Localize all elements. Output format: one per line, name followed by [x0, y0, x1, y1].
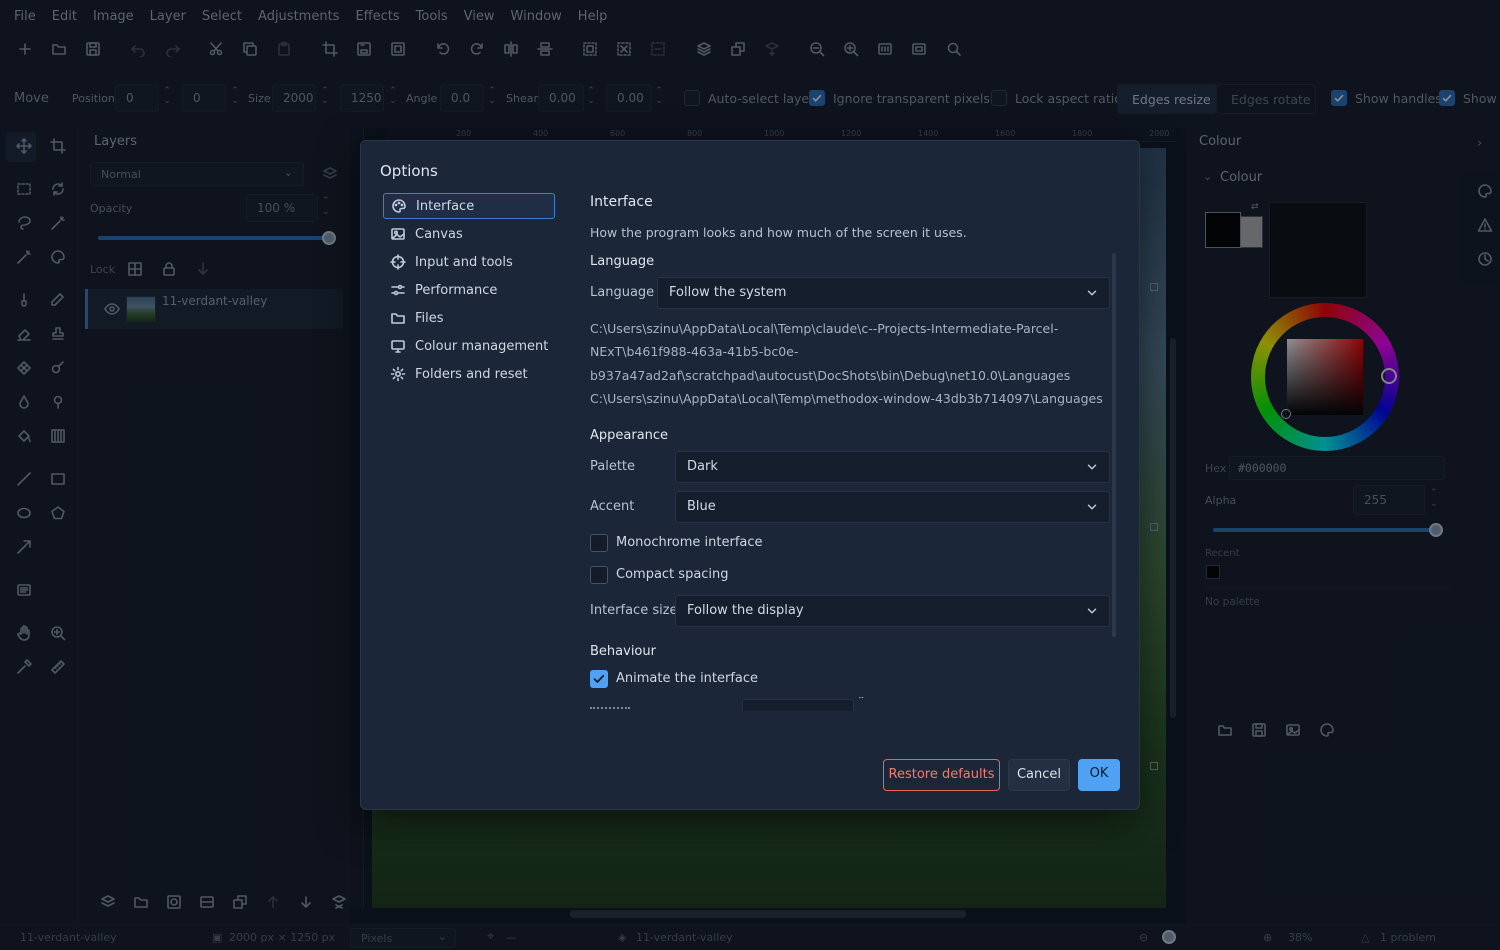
behaviour-section-title: Behaviour — [590, 644, 656, 659]
accent-label: Accent — [590, 499, 635, 514]
nav-label: Performance — [415, 282, 498, 298]
gear-icon — [390, 366, 406, 382]
crosshair-icon — [390, 254, 406, 270]
language-path-4: C:\Users\szinu\AppData\Local\Temp\method… — [590, 391, 1103, 406]
section-heading: Interface — [590, 194, 653, 210]
appearance-section-title: Appearance — [590, 428, 669, 443]
compact-spacing-checkbox[interactable] — [590, 566, 608, 584]
check-icon — [593, 674, 605, 683]
nav-label: Input and tools — [415, 254, 513, 270]
cancel-button[interactable]: Cancel — [1008, 759, 1070, 791]
clipped-input[interactable] — [742, 699, 854, 711]
nav-colour-management[interactable]: Colour management — [383, 333, 555, 359]
nav-canvas[interactable]: Canvas — [383, 221, 555, 247]
nav-folders-and-reset[interactable]: Folders and reset — [383, 361, 555, 387]
monochrome-checkbox[interactable] — [590, 534, 608, 552]
nav-label: Colour management — [415, 338, 549, 354]
options-dialog: Options Interface Canvas Input and tools Pe… — [360, 140, 1140, 810]
sliders-icon — [390, 282, 406, 298]
palette-label: Palette — [590, 459, 636, 474]
monitor-icon — [390, 338, 406, 354]
palette-select[interactable]: Dark — [675, 451, 1110, 483]
nav-interface[interactable]: Interface — [383, 193, 555, 219]
folder-icon — [390, 310, 406, 326]
chevron-down-icon — [1085, 604, 1099, 618]
nav-input-and-tools[interactable]: Input and tools — [383, 249, 555, 275]
nav-label: Folders and reset — [415, 366, 528, 382]
animate-interface-label: Animate the interface — [616, 671, 759, 686]
palette-icon — [391, 198, 407, 214]
language-path-3: b937a47ad2af\scratchpad\autocust\DocShot… — [590, 368, 1071, 383]
accent-select[interactable]: Blue — [675, 491, 1110, 523]
clipped-row: ⌃ — [590, 697, 1110, 711]
restore-defaults-button[interactable]: Restore defaults — [883, 759, 1000, 791]
language-value: Follow the system — [669, 285, 787, 300]
language-section-title: Language — [590, 254, 655, 269]
dialog-title: Options — [380, 162, 438, 180]
chevron-down-icon — [1085, 500, 1099, 514]
interface-size-value: Follow the display — [687, 603, 804, 618]
section-description: How the program looks and how much of th… — [590, 225, 967, 240]
interface-size-label: Interface size — [590, 603, 678, 618]
accent-value: Blue — [687, 499, 716, 514]
nav-files[interactable]: Files — [383, 305, 555, 331]
dialog-scrollbar[interactable] — [1112, 253, 1116, 637]
nav-label: Interface — [416, 198, 475, 214]
nav-label: Files — [415, 310, 444, 326]
interface-size-select[interactable]: Follow the display — [675, 595, 1110, 627]
chevron-up-icon[interactable]: ⌃ — [857, 697, 865, 706]
compact-spacing-label: Compact spacing — [616, 567, 729, 582]
language-label: Language — [590, 285, 655, 300]
ok-button[interactable]: OK — [1078, 759, 1120, 791]
nav-label: Canvas — [415, 226, 463, 242]
image-icon — [390, 226, 406, 242]
nav-performance[interactable]: Performance — [383, 277, 555, 303]
language-path-1: C:\Users\szinu\AppData\Local\Temp\claude… — [590, 321, 1059, 336]
language-path-2: NExT\b461f988-463a-41b5-bc0e- — [590, 344, 799, 359]
animate-interface-checkbox[interactable] — [590, 670, 608, 688]
palette-value: Dark — [687, 459, 718, 474]
language-select[interactable]: Follow the system — [657, 277, 1110, 309]
monochrome-label: Monochrome interface — [616, 535, 763, 550]
chevron-down-icon — [1085, 460, 1099, 474]
chevron-down-icon — [1085, 286, 1099, 300]
